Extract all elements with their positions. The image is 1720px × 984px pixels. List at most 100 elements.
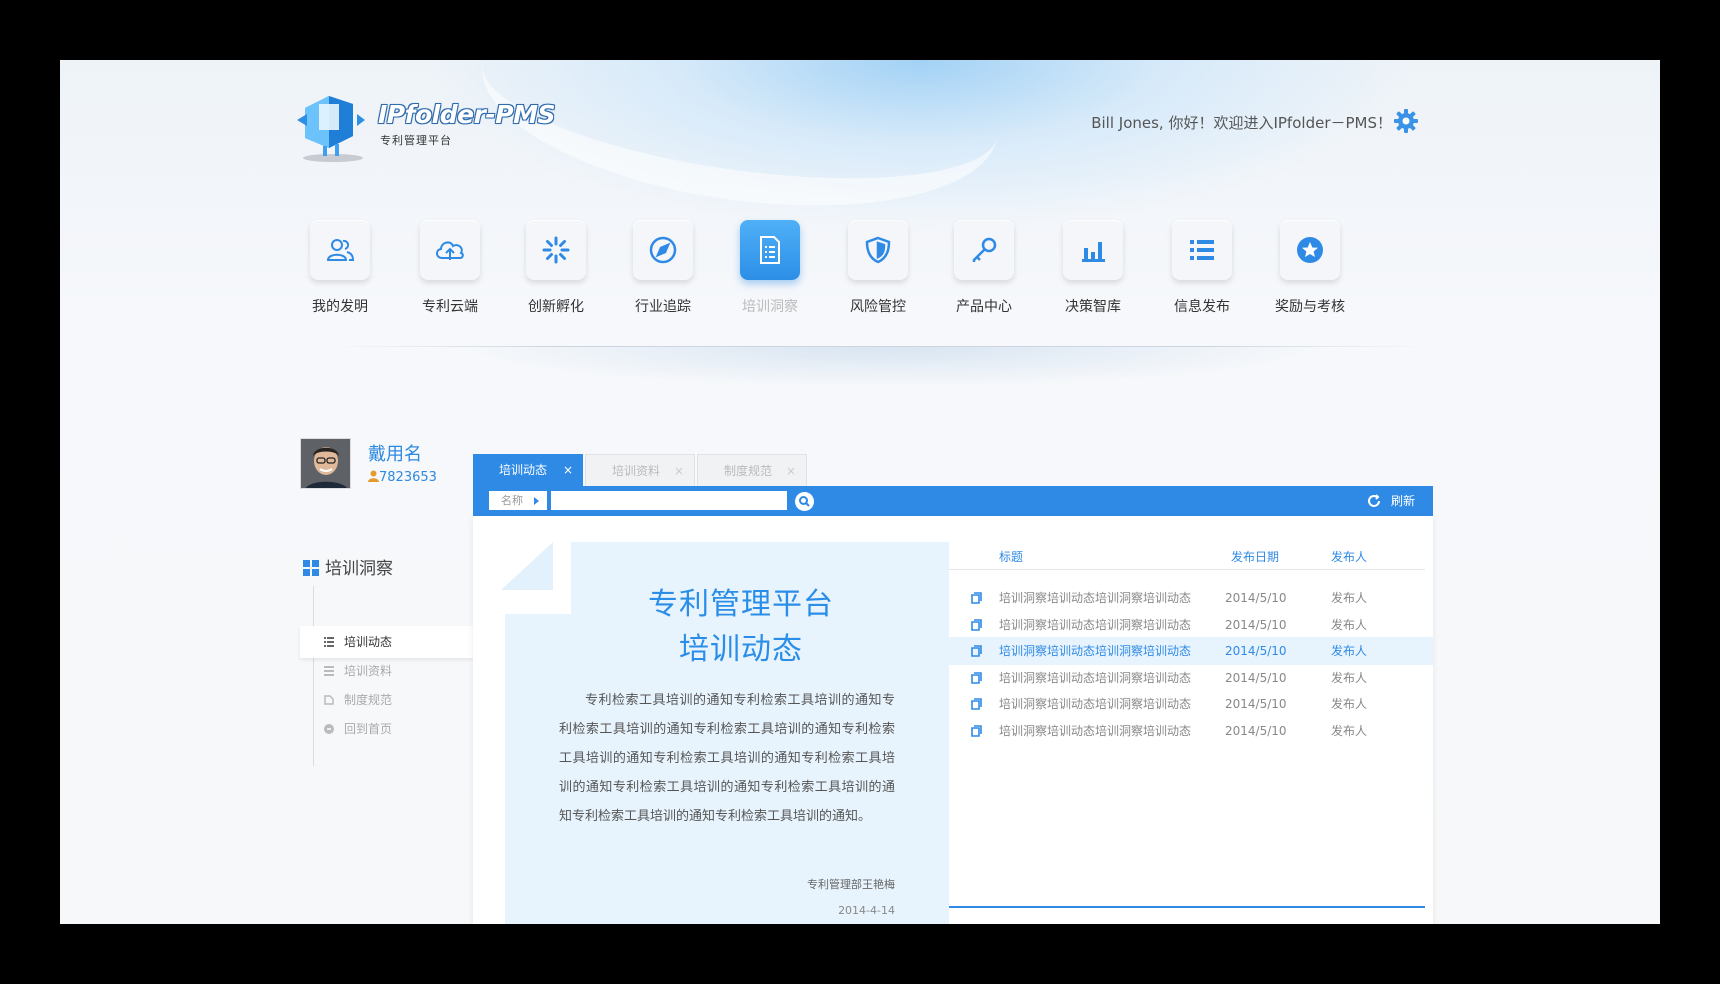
close-icon[interactable]: ×	[786, 455, 796, 487]
table-row[interactable]: 培训洞察培训动态培训洞察培训动态 2014/5/10 发布人	[949, 717, 1433, 745]
content-panel: 专利管理平台 培训动态 专利检索工具培训的通知专利检索工具培训的通知专利检索工具…	[473, 516, 1433, 924]
row-title[interactable]: 培训洞察培训动态培训洞察培训动态	[999, 717, 1191, 745]
refresh-button[interactable]: 刷新	[1367, 486, 1415, 516]
file-copy-icon	[971, 724, 982, 737]
avatar[interactable]	[300, 438, 351, 489]
row-publisher: 发布人	[1331, 697, 1368, 711]
field-selector[interactable]: 名称	[489, 491, 547, 510]
list-icon	[324, 637, 334, 647]
sidebar-item-regulations[interactable]: 制度规范	[300, 684, 473, 716]
brand-logo[interactable]: IPfolder-PMS 专利管理平台	[295, 82, 595, 172]
document-title-line2: 培训动态	[679, 632, 803, 667]
table-row[interactable]: 培训洞察培训动态培训洞察培训动态 2014/5/10 发布人	[949, 637, 1433, 665]
users-icon	[326, 239, 355, 261]
row-date: 2014/5/10	[1225, 591, 1287, 605]
file-copy-icon	[971, 645, 982, 657]
nav-item-info-publish[interactable]: 信息发布	[1152, 220, 1252, 316]
search-toolbar: 名称 刷新	[473, 486, 1433, 516]
nav-label: 奖励与考核	[1275, 299, 1345, 315]
app-screen: IPfolder-PMS 专利管理平台 Bill Jones, 你好！欢迎进入I…	[60, 60, 1660, 924]
sidebar-item-label: 回到首页	[344, 722, 393, 736]
row-title[interactable]: 培训洞察培训动态培训洞察培训动态	[999, 637, 1191, 665]
grid-icon	[303, 560, 319, 576]
tab-training-news[interactable]: 培训动态 ×	[473, 454, 583, 486]
nav-label: 决策智库	[1065, 299, 1121, 315]
table-row[interactable]: 培训洞察培训动态培训洞察培训动态 2014/5/10 发布人	[949, 584, 1433, 612]
nav-item-decision-lab[interactable]: 决策智库	[1043, 220, 1143, 316]
sidebar-item-home[interactable]: 回到首页	[300, 713, 473, 745]
sidebar-item-label: 培训资料	[344, 664, 393, 678]
close-icon[interactable]: ×	[674, 455, 684, 487]
row-title[interactable]: 培训洞察培训动态培训洞察培训动态	[999, 611, 1191, 639]
row-publisher: 发布人	[1331, 617, 1368, 632]
document-title: 专利管理平台 培训动态	[571, 582, 911, 672]
sidebar-item-label: 培训动态	[344, 635, 393, 649]
row-title[interactable]: 培训洞察培训动态培训洞察培训动态	[999, 664, 1191, 692]
file-icon	[324, 695, 334, 705]
document-lines-icon	[324, 666, 334, 676]
column-header-publisher[interactable]: 发布人	[1331, 548, 1367, 565]
avatar-photo	[301, 439, 350, 488]
table-row[interactable]: 培训洞察培训动态培训洞察培训动态 2014/5/10 发布人	[949, 611, 1433, 639]
sidebar-item-training-materials[interactable]: 培训资料	[300, 655, 473, 687]
person-icon	[368, 470, 379, 482]
row-publisher: 发布人	[1331, 723, 1368, 738]
nav-label: 信息发布	[1174, 299, 1230, 315]
row-title[interactable]: 培训洞察培训动态培训洞察培训动态	[999, 690, 1191, 718]
nav-item-product-center[interactable]: 产品中心	[934, 220, 1034, 316]
gear-icon[interactable]	[1393, 108, 1419, 134]
tab-label: 培训动态	[499, 463, 548, 477]
file-copy-icon	[971, 618, 982, 631]
nav-divider-shadow	[460, 347, 1320, 387]
nav-item-training[interactable]: 培训洞察	[720, 220, 820, 316]
row-title[interactable]: 培训洞察培训动态培训洞察培训动态	[999, 584, 1191, 612]
row-publisher: 发布人	[1331, 670, 1368, 685]
sidebar-item-label: 制度规范	[344, 693, 393, 707]
nav-item-innovation[interactable]: 创新孵化	[506, 220, 606, 316]
key-icon	[972, 237, 997, 262]
nav-item-my-inventions[interactable]: 我的发明	[290, 220, 390, 316]
spinner-icon	[542, 236, 570, 264]
search-button[interactable]	[795, 492, 814, 511]
column-header-date[interactable]: 发布日期	[1231, 548, 1279, 565]
document-body: 专利检索工具培训的通知专利检索工具培训的通知专利检索工具培训的通知专利检索工具培…	[559, 693, 895, 824]
sidebar-title: 培训洞察	[303, 554, 393, 579]
nav-item-industry-tracking[interactable]: 行业追踪	[613, 220, 713, 316]
close-icon[interactable]: ×	[563, 454, 573, 486]
refresh-label: 刷新	[1390, 494, 1415, 508]
sidebar-title-label: 培训洞察	[325, 559, 393, 579]
tab-regulations[interactable]: 制度规范 ×	[697, 454, 807, 486]
cloud-upload-icon	[436, 241, 464, 260]
nav-label: 培训洞察	[742, 299, 798, 315]
row-date: 2014/5/10	[1225, 697, 1287, 711]
brand-title: IPfolder-PMS	[378, 100, 556, 129]
nav-label: 行业追踪	[635, 299, 691, 315]
document-date: 2014-4-14	[838, 904, 895, 917]
file-copy-icon	[971, 592, 982, 604]
nav-item-rewards[interactable]: 奖励与考核	[1260, 220, 1360, 316]
table-row[interactable]: 培训洞察培训动态培训洞察培训动态 2014/5/10 发布人	[949, 664, 1433, 692]
user-id: 7823653	[368, 470, 437, 485]
document-icon	[760, 236, 780, 264]
sidebar-item-training-news[interactable]: 培训动态	[300, 626, 473, 658]
user-name[interactable]: 戴用名	[368, 440, 422, 466]
tab-label: 培训资料	[612, 464, 661, 478]
row-date: 2014/5/10	[1225, 644, 1287, 658]
user-id-value: 7823653	[379, 470, 437, 485]
tab-training-materials[interactable]: 培训资料 ×	[585, 454, 695, 486]
list-footer-line	[949, 906, 1425, 908]
shield-icon	[865, 236, 891, 264]
document-signature: 专利管理部王艳梅	[807, 878, 895, 891]
document-preview: 专利管理平台 培训动态 专利检索工具培训的通知专利检索工具培训的通知专利检索工具…	[501, 542, 949, 924]
nav-item-patent-cloud[interactable]: 专利云端	[400, 220, 500, 316]
table-row[interactable]: 培训洞察培训动态培训洞察培训动态 2014/5/10 发布人	[949, 690, 1433, 718]
field-selector-label: 名称	[501, 494, 523, 507]
nav-label: 我的发明	[312, 299, 368, 315]
list-header: 标题 发布日期 发布人	[949, 536, 1425, 570]
refresh-icon	[1368, 494, 1380, 507]
column-header-title[interactable]: 标题	[999, 548, 1023, 565]
star-icon	[1297, 237, 1323, 263]
search-input[interactable]	[551, 491, 787, 510]
nav-item-risk-control[interactable]: 风险管控	[828, 220, 928, 316]
list-icon	[1190, 240, 1214, 260]
